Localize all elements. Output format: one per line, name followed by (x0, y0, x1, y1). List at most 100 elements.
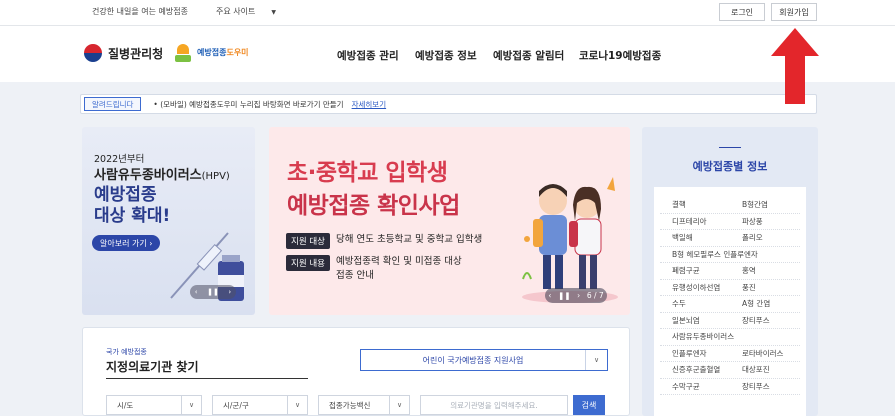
support-target-text: 당해 연도 초등학교 및 중학교 입학생 (335, 234, 483, 245)
hpv-banner-year: 2022년부터 (94, 154, 145, 165)
vaccine-link[interactable]: 장티푸스 (730, 381, 800, 392)
hpv-banner-headline-1: 예방접종 (94, 185, 157, 205)
helper-logo-text: 예방접종 (197, 47, 227, 57)
chevron-down-icon: ∨ (585, 350, 607, 370)
vaccine-link[interactable]: 수막구균 (660, 381, 730, 392)
chevron-right-icon[interactable]: › (228, 288, 231, 296)
vaccine-info-panel: 예방접종별 정보 결핵 B형간염 디프테리아 파상풍 백일해 폴리오 B형 헤모필루스… (642, 127, 818, 416)
chevron-right-icon[interactable]: › (577, 291, 580, 300)
red-arrow-annotation (771, 28, 819, 104)
vaccine-link[interactable]: 풍진 (730, 282, 800, 293)
clinic-name-input[interactable]: 의료기관명을 입력해주세요. (420, 395, 568, 415)
join-button[interactable]: 회원가입 (771, 3, 817, 21)
main-sites-label: 주요 사이트 (216, 7, 256, 16)
chevron-left-icon[interactable]: ‹ (548, 291, 551, 300)
support-content-badge: 지원 내용 (286, 255, 330, 271)
vaccine-link[interactable]: 일본뇌염 (660, 315, 730, 326)
login-button[interactable]: 로그인 (719, 3, 765, 21)
clinic-search-panel: 국가 예방접종 지정의료기관 찾기 어린이 국가예방접종 지원사업 ∨ 시/도 … (82, 327, 630, 416)
vaccine-link[interactable]: 장티푸스 (730, 315, 800, 326)
hpv-banner[interactable]: 2022년부터 사람유두종바이러스(HPV) 예방접종 대상 확대! 알아보러 … (82, 127, 255, 315)
nav-vaccination-notice[interactable]: 예방접종 알림터 (493, 48, 564, 63)
support-target-row: 지원 대상 당해 연도 초등학교 및 중학교 입학생 (286, 233, 482, 249)
vaccine-link[interactable]: 결핵 (660, 199, 730, 210)
vaccine-link[interactable]: 로타바이러스 (730, 348, 800, 359)
list-item: 유행성이하선염 풍진 (660, 280, 800, 296)
title-underline (106, 378, 308, 379)
site-header: 질병관리청 예방접종도우미 예방접종 관리 예방접종 정보 예방접종 알림터 코… (0, 26, 895, 82)
school-banner-headline-2: 예방접종 확인사업 (287, 193, 460, 219)
school-banner-headline-1: 초·중학교 입학생 (287, 160, 448, 186)
chevron-down-icon: ∨ (181, 396, 201, 414)
vaccine-link[interactable]: 사람유두종바이러스 (660, 331, 734, 342)
notice-message[interactable]: • (모바일) 예방접종도우미 누리집 바탕화면 바로가기 만들기 (153, 99, 343, 110)
list-item: 수두 A형 간염 (660, 296, 800, 313)
vaccine-link[interactable]: 파상풍 (730, 216, 800, 227)
kdca-logo[interactable]: 질병관리청 (84, 44, 163, 62)
school-entry-banner[interactable]: 초·중학교 입학생 예방접종 확인사업 지원 대상 당해 연도 초등학교 및 중… (269, 127, 630, 315)
hpv-banner-virus: 사람유두종바이러스 (94, 168, 202, 183)
list-item: 디프테리아 파상풍 (660, 214, 800, 230)
pause-icon[interactable]: ❚❚ (207, 288, 219, 296)
sido-select[interactable]: 시/도 ∨ (106, 395, 202, 415)
vaccine-select-value: 접종가능백신 (329, 400, 371, 410)
search-title: 지정의료기관 찾기 (106, 360, 199, 374)
list-item: 폐렴구균 홍역 (660, 263, 800, 280)
search-button[interactable]: 검색 (573, 395, 605, 415)
vaccine-link[interactable]: 폴리오 (730, 232, 800, 243)
hpv-banner-pager: ‹ ❚❚ › (190, 285, 236, 299)
vaccine-link[interactable]: 백일해 (660, 232, 730, 243)
vaccine-link[interactable]: 신증후군출혈열 (660, 364, 730, 375)
chevron-left-icon[interactable]: ‹ (195, 288, 198, 296)
helper-logo-icon (172, 42, 194, 62)
sigungu-select[interactable]: 시/군/구 ∨ (212, 395, 308, 415)
vaccine-link[interactable]: 수두 (660, 298, 730, 309)
vaccine-select[interactable]: 접종가능백신 ∨ (318, 395, 410, 415)
vaccine-list: 결핵 B형간염 디프테리아 파상풍 백일해 폴리오 B형 헤모필루스 인플루엔자 폐렴… (654, 187, 806, 416)
pause-icon[interactable]: ❚❚ (558, 291, 571, 300)
list-item: 백일해 폴리오 (660, 230, 800, 247)
vaccine-link[interactable]: 유행성이하선염 (660, 282, 730, 293)
vaccine-link[interactable]: B형 헤모필루스 인플루엔자 (660, 249, 758, 260)
hpv-banner-headline-2: 대상 확대! (94, 206, 171, 226)
vaccine-link[interactable]: 대상포진 (730, 364, 800, 375)
vaccine-link[interactable]: A형 간염 (730, 298, 800, 309)
hpv-learn-more-button[interactable]: 알아보러 가기 › (92, 235, 161, 251)
chevron-down-icon: ▼ (271, 9, 276, 16)
site-tagline: 건강한 내일을 여는 예방접종 (92, 7, 188, 16)
notice-tag: 알려드립니다 (84, 97, 142, 111)
school-banner-pager: ‹ ❚❚ › 6 / 7 (545, 288, 607, 303)
vaccine-link[interactable]: 디프테리아 (660, 216, 730, 227)
program-select-value: 어린이 국가예방접종 지원사업 (422, 355, 524, 365)
vaccination-helper-logo[interactable]: 예방접종도우미 (172, 42, 249, 62)
nav-vaccination-management[interactable]: 예방접종 관리 (337, 48, 399, 63)
nav-covid19-vaccination[interactable]: 코로나19예방접종 (579, 48, 661, 63)
main-sites-dropdown[interactable]: 주요 사이트 ▼ (216, 6, 276, 17)
hpv-banner-abbr: (HPV) (201, 171, 230, 182)
list-item: 결핵 B형간염 (660, 197, 800, 214)
list-item: 일본뇌염 장티푸스 (660, 313, 800, 329)
title-divider (719, 147, 741, 148)
notice-detail-link[interactable]: 자세히보기 (352, 99, 387, 110)
nav-vaccination-info[interactable]: 예방접종 정보 (415, 48, 477, 63)
helper-logo-accent: 도우미 (226, 47, 249, 57)
vaccine-link[interactable]: 폐렴구균 (660, 265, 730, 276)
students-illustration (522, 177, 618, 303)
vaccine-info-title: 예방접종별 정보 (692, 160, 768, 173)
list-item: 사람유두종바이러스 (660, 329, 800, 346)
list-item: B형 헤모필루스 인플루엔자 (660, 247, 800, 263)
slide-counter: 6 / 7 (586, 291, 604, 300)
top-utility-bar: 건강한 내일을 여는 예방접종 주요 사이트 ▼ 로그인 회원가입 (0, 0, 895, 26)
support-target-badge: 지원 대상 (286, 233, 330, 249)
support-content-row: 지원 내용 예방접종력 확인 및 미접종 대상접종 안내 (286, 255, 462, 283)
support-content-text-2: 접종 안내 (335, 270, 374, 281)
agency-name: 질병관리청 (108, 46, 164, 61)
vaccine-link[interactable]: 인플루엔자 (660, 348, 730, 359)
sido-select-value: 시/도 (117, 400, 134, 410)
support-content-text-1: 예방접종력 확인 및 미접종 대상 (335, 256, 462, 267)
vaccine-link[interactable]: 홍역 (730, 265, 800, 276)
vaccine-link[interactable]: B형간염 (730, 199, 800, 210)
program-select[interactable]: 어린이 국가예방접종 지원사업 ∨ (360, 349, 608, 371)
sigungu-select-value: 시/군/구 (223, 400, 249, 410)
list-item: 인플루엔자 로타바이러스 (660, 346, 800, 362)
